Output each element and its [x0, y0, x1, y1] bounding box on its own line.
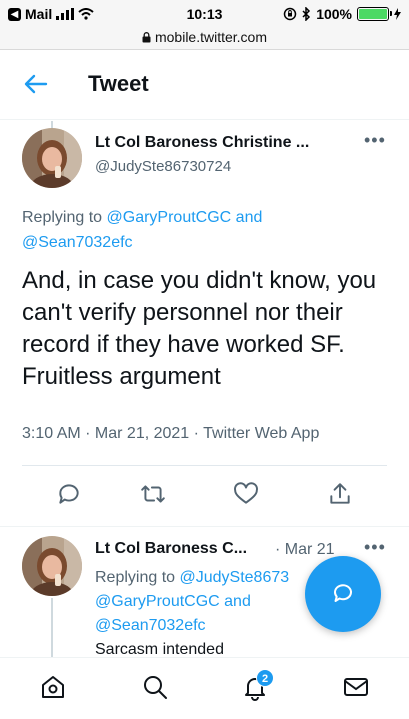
home-icon[interactable] [38, 672, 68, 702]
search-icon[interactable] [140, 672, 170, 702]
url-text: mobile.twitter.com [154, 29, 268, 45]
mention-link[interactable]: @Sean7032efc [22, 234, 133, 251]
mention-link[interactable]: @GaryProutCGC and [95, 593, 251, 610]
more-icon[interactable]: ••• [364, 537, 386, 558]
reply-avatar[interactable] [22, 536, 82, 596]
battery-percent: 100% [316, 6, 352, 22]
tweet-text: And, in case you didn't know, you can't … [22, 267, 377, 390]
page-title: Tweet [88, 71, 149, 96]
lock-icon [142, 32, 151, 43]
reply-author-name[interactable]: Lt Col Baroness C... [95, 540, 247, 558]
battery-icon [357, 7, 392, 21]
retweet-icon[interactable] [140, 481, 166, 507]
reply-icon[interactable] [56, 481, 82, 507]
author-name[interactable]: Lt Col Baroness Christine ... [95, 134, 309, 152]
compose-icon [334, 584, 352, 602]
mention-link[interactable]: @JudySte8673 [180, 569, 290, 586]
mail-icon[interactable] [341, 672, 371, 702]
bluetooth-icon [302, 7, 311, 21]
thread-connector [51, 598, 53, 658]
rotation-lock-icon [283, 7, 297, 21]
avatar[interactable] [22, 128, 82, 188]
reply-date[interactable]: · Mar 21 [275, 541, 335, 559]
status-bar: ◀ Mail 10:13 100% mobile.twitter.com [0, 0, 409, 50]
more-icon[interactable]: ••• [364, 130, 386, 151]
tweet-meta[interactable]: 3:10 AM · Mar 21, 2021 · Twitter Web App [22, 425, 319, 443]
address-bar[interactable]: mobile.twitter.com [0, 29, 409, 45]
back-arrow-icon[interactable] [22, 70, 50, 98]
page-header: Tweet [0, 50, 409, 120]
author-handle[interactable]: @JudySte86730724 [95, 158, 231, 175]
divider [22, 465, 387, 466]
bottom-nav: 2 [0, 657, 409, 719]
mention-link[interactable]: @Sean7032efc [95, 617, 206, 634]
like-icon[interactable] [233, 481, 259, 507]
replying-to: Replying to @GaryProutCGC and @Sean7032ef… [22, 209, 263, 251]
tweet-actions [22, 475, 387, 515]
mention-link[interactable]: @GaryProutCGC [107, 209, 232, 226]
notifications-badge: 2 [256, 669, 274, 687]
share-icon[interactable] [327, 481, 353, 507]
compose-button[interactable] [305, 556, 381, 632]
charging-icon [394, 8, 401, 20]
divider [0, 526, 409, 527]
